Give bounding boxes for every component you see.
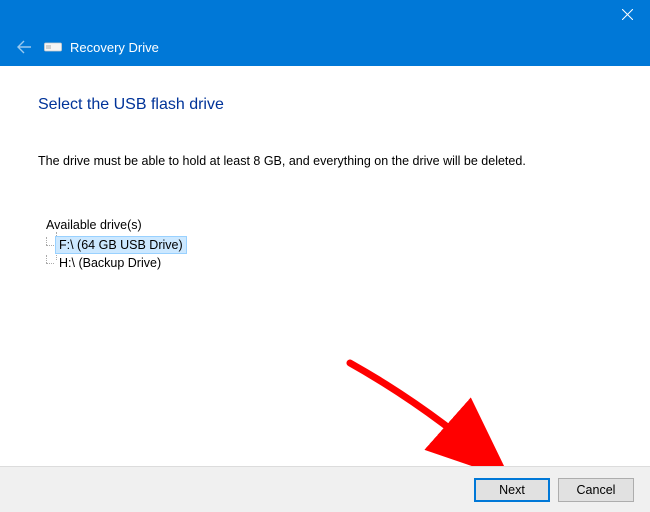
cancel-button[interactable]: Cancel — [558, 478, 634, 502]
close-icon — [622, 9, 633, 20]
drive-icon — [44, 40, 62, 54]
close-button[interactable] — [604, 0, 650, 28]
header-title: Recovery Drive — [70, 40, 159, 55]
drives-label: Available drive(s) — [46, 218, 612, 232]
page-title: Select the USB flash drive — [38, 96, 612, 114]
instruction-text: The drive must be able to hold at least … — [38, 154, 612, 168]
next-button[interactable]: Next — [474, 478, 550, 502]
drives-section: Available drive(s) F:\ (64 GB USB Drive)… — [46, 218, 612, 272]
header: Recovery Drive — [0, 28, 650, 66]
drive-tree: F:\ (64 GB USB Drive) H:\ (Backup Drive) — [56, 236, 612, 272]
drive-item-f[interactable]: F:\ (64 GB USB Drive) — [56, 237, 186, 253]
back-arrow-icon — [16, 39, 32, 55]
footer: Next Cancel — [0, 466, 650, 512]
back-button[interactable] — [14, 37, 34, 57]
content-area: Select the USB flash drive The drive mus… — [0, 66, 650, 272]
drive-item-h[interactable]: H:\ (Backup Drive) — [56, 255, 164, 271]
titlebar — [0, 0, 650, 28]
